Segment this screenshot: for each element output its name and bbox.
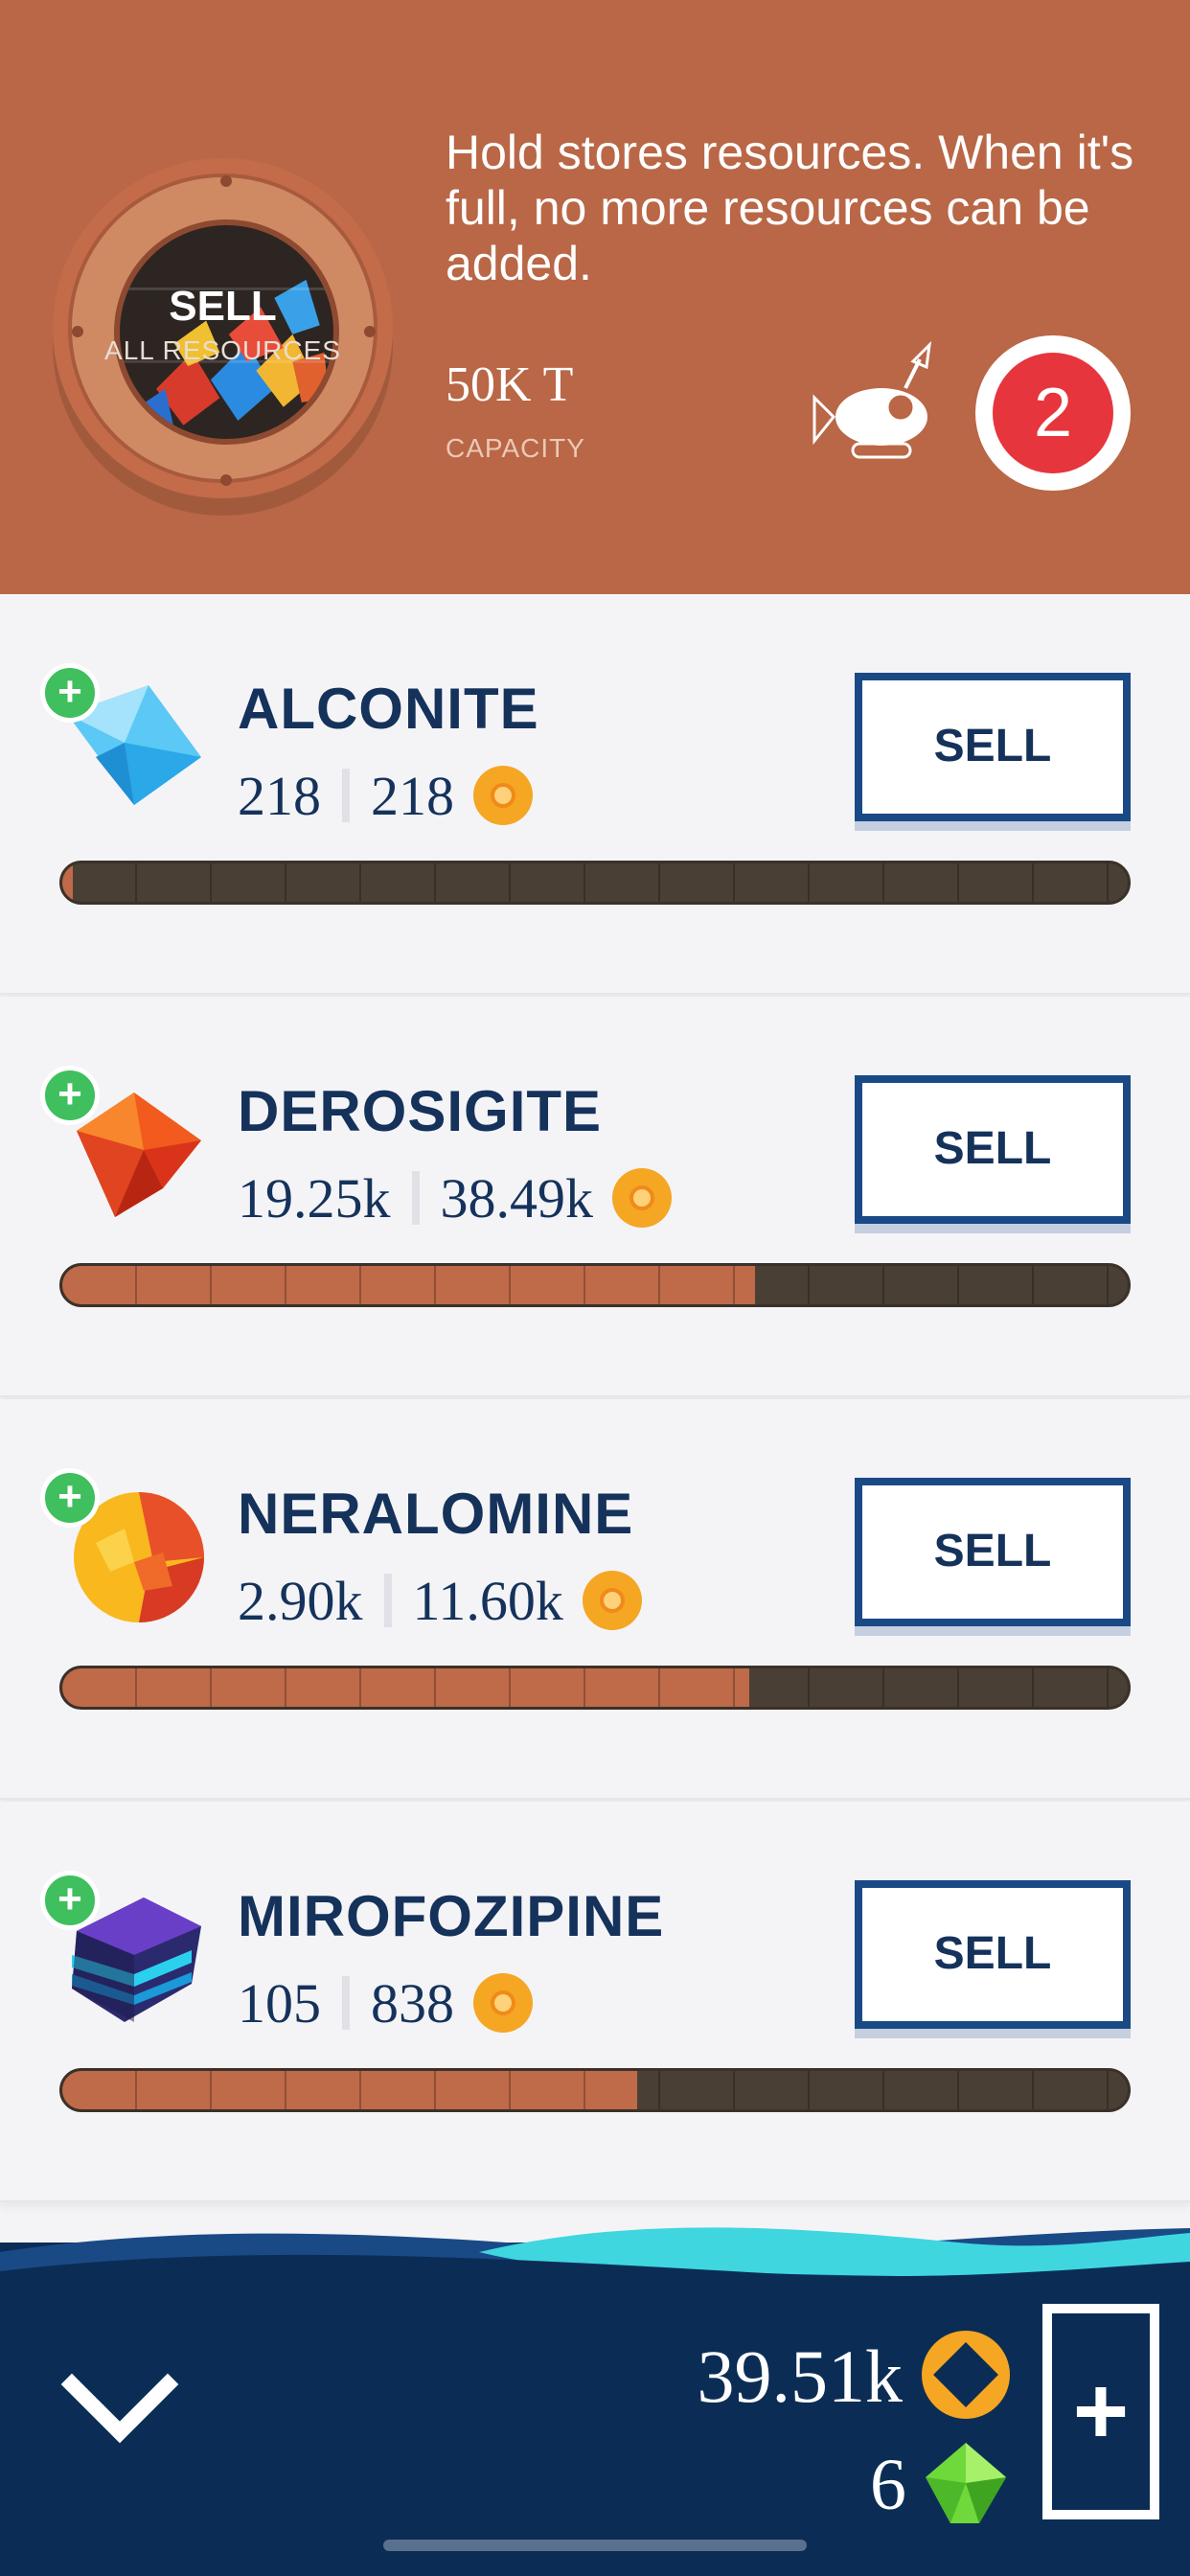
bolt-icon	[220, 175, 232, 187]
sell-button[interactable]: SELL	[855, 1075, 1131, 1224]
resource-card-neralomine: + NERALOMINE 2.90k 11.60k SELL	[0, 1399, 1190, 1800]
badge-count: 2	[993, 353, 1113, 473]
resource-value: 11.60k	[412, 1569, 563, 1632]
hold-description: Hold stores resources. When it's full, n…	[446, 126, 1134, 290]
resource-value: 218	[371, 764, 454, 827]
resource-values: 2.90k 11.60k	[238, 1567, 642, 1634]
sell-button[interactable]: SELL	[855, 673, 1131, 821]
resource-values: 105 838	[238, 1969, 533, 2036]
storage-progress-bar	[59, 2068, 1131, 2112]
resource-values: 19.25k 38.49k	[238, 1164, 672, 1231]
resource-name: ALCONITE	[238, 677, 539, 741]
resource-card-alconite: + ALCONITE 218 218 SELL	[0, 594, 1190, 995]
value-separator	[342, 1976, 350, 2030]
resource-amount: 218	[238, 764, 321, 827]
coin-icon	[473, 1973, 533, 2033]
resource-amount: 2.90k	[238, 1569, 363, 1632]
add-resource-plus-icon[interactable]: +	[40, 663, 100, 723]
value-separator	[411, 1171, 420, 1225]
plus-icon: +	[1072, 2358, 1130, 2465]
hold-header: SELL ALL RESOURCES Hold stores resources…	[0, 0, 1190, 594]
chevron-down-icon[interactable]	[57, 2356, 182, 2461]
upgrade-level-badge[interactable]: 2	[975, 335, 1131, 491]
progress-ticks	[62, 1668, 1128, 1707]
resource-name: MIROFOZIPINE	[238, 1884, 665, 1948]
progress-ticks	[62, 2071, 1128, 2109]
green-gem-icon	[926, 2443, 1006, 2523]
resource-value: 838	[371, 1971, 454, 2035]
coin-icon	[922, 2331, 1010, 2419]
resource-card-derosigite: + DEROSIGITE 19.25k 38.49k SELL	[0, 997, 1190, 1397]
resource-amount: 19.25k	[238, 1166, 391, 1230]
resource-value: 38.49k	[440, 1166, 594, 1230]
sell-all-button[interactable]: SELL ALL RESOURCES	[53, 158, 393, 498]
sell-all-subtitle: ALL RESOURCES	[104, 335, 341, 365]
resource-name: DEROSIGITE	[238, 1079, 603, 1143]
add-resource-plus-icon[interactable]: +	[40, 1066, 100, 1125]
value-separator	[383, 1574, 392, 1627]
coin-icon	[612, 1168, 672, 1228]
sell-all-title: SELL	[169, 283, 277, 330]
porthole-window	[114, 219, 339, 445]
capacity-label: CAPACITY	[446, 433, 585, 463]
wave-decoration	[0, 2227, 1190, 2329]
coins-balance: 39.51k	[697, 2334, 904, 2418]
storage-progress-bar	[59, 861, 1131, 905]
storage-progress-bar	[59, 1263, 1131, 1307]
resource-card-mirofozipine: + MIROFOZIPINE 105 838 SELL	[0, 1802, 1190, 2202]
progress-ticks	[62, 1266, 1128, 1304]
robot-icon	[812, 340, 932, 459]
sell-button[interactable]: SELL	[855, 1478, 1131, 1626]
progress-ticks	[62, 863, 1128, 902]
resource-amount: 105	[238, 1971, 321, 2035]
currency-footer: 39.51k 6 +	[0, 2227, 1190, 2576]
add-resource-plus-icon[interactable]: +	[40, 1871, 100, 1930]
bolt-icon	[220, 474, 232, 486]
coin-icon	[473, 766, 533, 825]
add-currency-button[interactable]: +	[1042, 2304, 1159, 2519]
resource-name: NERALOMINE	[238, 1482, 634, 1546]
sell-button[interactable]: SELL	[855, 1880, 1131, 2029]
resource-values: 218 218	[238, 762, 533, 829]
home-indicator[interactable]	[383, 2540, 807, 2551]
add-resource-plus-icon[interactable]: +	[40, 1468, 100, 1528]
app-screen: { "header": { "sell_all_title": "SELL", …	[0, 0, 1190, 2576]
storage-progress-bar	[59, 1666, 1131, 1710]
gems-balance: 6	[870, 2445, 906, 2525]
coin-icon	[582, 1571, 642, 1630]
gem-pile-icon	[120, 279, 333, 435]
value-separator	[342, 769, 350, 822]
capacity-value: 50K T	[446, 357, 574, 412]
